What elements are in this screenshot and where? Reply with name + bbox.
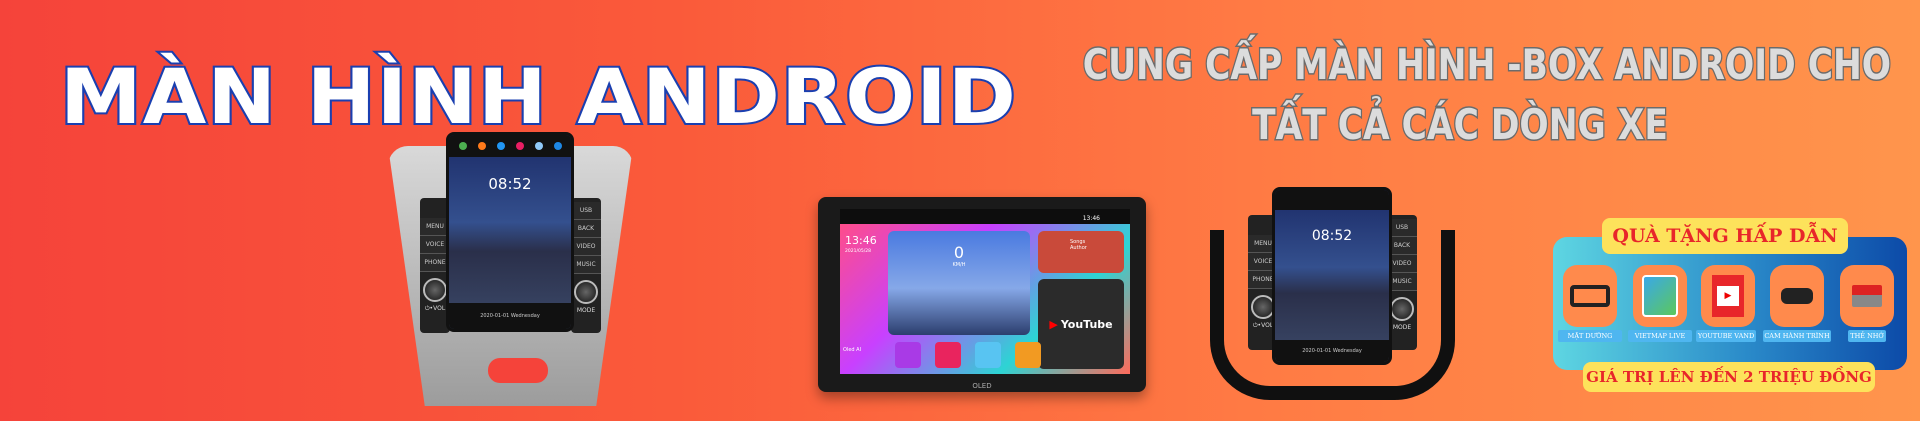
video-icon[interactable] [935, 342, 961, 368]
brand-logo: OLED [972, 382, 992, 390]
clock: 08:52 [1311, 228, 1353, 244]
right-screen: 08:52 2020-01-01 Wednesday [1272, 187, 1392, 365]
video-button[interactable]: VIDEO [571, 238, 601, 256]
radio-icon[interactable] [1015, 342, 1041, 368]
right-head-unit: MENU VOICE PHONE ⏻•VOL USB BACK VIDEO MU… [1205, 185, 1460, 413]
dash-frame-icon [1563, 265, 1617, 327]
speed-widget: 0 KM/H [888, 231, 1030, 335]
gift-header: QUÀ TẶNG HẤP DẪN [1602, 218, 1848, 254]
home-date: 2021/05/28 [845, 249, 871, 254]
voice-assistant[interactable]: Oled AI [843, 347, 861, 353]
song-author: Author [1070, 245, 1087, 251]
map-app-icon [1633, 265, 1687, 327]
mode-knob[interactable] [1390, 297, 1414, 321]
banner: { "title": "MÀN HÌNH ANDROID", "headline… [0, 0, 1920, 421]
music-button[interactable]: MUSIC [571, 256, 601, 274]
center-head-unit: 13:46 13:46 2021/05/28 0 KM/H Songs Auth… [818, 197, 1146, 392]
gift-label: CAM HÀNH TRÌNH [1763, 330, 1831, 342]
gift-footer: GIÁ TRỊ LÊN ĐẾN 2 TRIỆU ĐỒNG [1583, 362, 1875, 392]
sd-card-icon [1840, 265, 1894, 327]
headline-line-2: TẤT CẢ CÁC DÒNG XE [1251, 99, 1669, 151]
clock: 08:52 [488, 175, 532, 193]
gift-label: MẶT DƯỠNG [1558, 330, 1622, 342]
youtube-icon: ▶ [1049, 317, 1058, 331]
speed-value: 0 [953, 243, 965, 262]
apps-icon[interactable] [895, 342, 921, 368]
dashcam-icon [1770, 265, 1824, 327]
gift-label: VIETMAP LIVE [1628, 330, 1692, 342]
usb-button[interactable]: USB [571, 202, 601, 220]
mode-knob-label: MODE [576, 307, 596, 314]
headline-line-1: CUNG CẤP MÀN HÌNH -BOX ANDROID CHO [1082, 39, 1893, 91]
center-screen: 13:46 2021/05/28 0 KM/H Songs Author ▶ Yo… [840, 224, 1130, 374]
music-widget[interactable]: Songs Author [1038, 231, 1124, 273]
gift-label: THẺ NHỚ [1848, 330, 1886, 342]
home-clock: 13:46 [845, 234, 877, 247]
youtube-label: YouTube [1060, 317, 1113, 331]
speed-unit: KM/H [952, 262, 966, 268]
mode-knob[interactable] [574, 280, 598, 304]
youtube-widget[interactable]: ▶ YouTube [1038, 279, 1124, 369]
bluetooth-icon[interactable] [975, 342, 1001, 368]
date: 2020-01-01 Wednesday [1275, 340, 1389, 362]
back-button[interactable]: BACK [571, 220, 601, 238]
left-screen: 08:52 2020-01-01 Wednesday [446, 132, 574, 332]
left-head-unit: MENU VOICE PHONE ⏻•VOL USB BACK VIDEO MU… [388, 128, 633, 413]
right-button-panel: USB BACK VIDEO MUSIC MODE [571, 198, 601, 333]
date: 2020-01-01 Wednesday [449, 303, 571, 329]
gift-label: YOUTUBE VAND [1696, 330, 1756, 342]
volume-knob[interactable] [423, 278, 447, 302]
youtube-premium-icon: ▶ [1701, 265, 1755, 327]
